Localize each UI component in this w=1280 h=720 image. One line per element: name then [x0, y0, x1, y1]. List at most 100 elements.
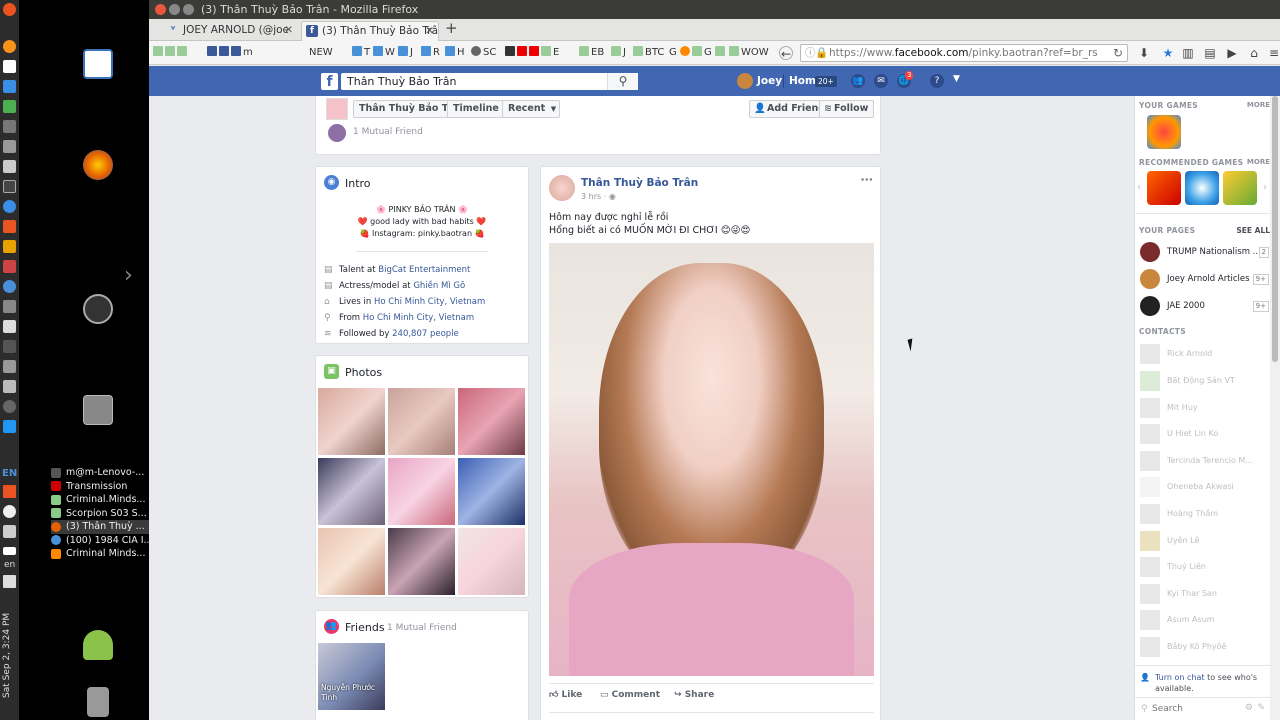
photo-thumbnail[interactable]: [458, 458, 525, 525]
page-item[interactable]: TRUMP Nationalism ... 2: [1139, 241, 1269, 263]
image-icon[interactable]: [3, 260, 16, 273]
bookmark-item[interactable]: T: [352, 46, 370, 60]
chevron-left-icon[interactable]: ‹: [1137, 182, 1141, 193]
ubuntu-logo-icon[interactable]: [3, 3, 16, 16]
spreadsheet-icon[interactable]: [3, 100, 16, 113]
profile-thumbnail[interactable]: [326, 98, 348, 120]
bookmark-item[interactable]: SC: [471, 46, 496, 60]
bookmark-star-icon[interactable]: ★: [1161, 46, 1175, 60]
store-icon[interactable]: [3, 220, 16, 233]
bookmark-item[interactable]: R: [421, 46, 440, 60]
profile-link[interactable]: Joey: [757, 74, 782, 89]
contact-item[interactable]: Bâby Kô Phyôê: [1139, 637, 1269, 657]
lang-indicator[interactable]: en: [4, 560, 15, 570]
minimize-window-button[interactable]: [169, 4, 180, 15]
youtube-toolbar-icon[interactable]: ▶: [1225, 46, 1239, 60]
url-bar[interactable]: ⓘ 🔒 https://www.facebook.com/pinky.baotr…: [800, 44, 1128, 62]
search-icon[interactable]: ⚲: [607, 73, 638, 90]
disk-icon[interactable]: [3, 380, 16, 393]
page-item[interactable]: JAE 2000 9+: [1139, 295, 1269, 317]
mail-icon[interactable]: [3, 420, 16, 433]
browser-icon[interactable]: [3, 240, 16, 253]
bookmark-item[interactable]: E: [505, 46, 559, 60]
bookmark-item[interactable]: WOW: [729, 46, 769, 60]
contact-item[interactable]: Oheneba Akwasi: [1139, 477, 1269, 497]
bookmark-item[interactable]: BTC: [633, 46, 664, 60]
trash-icon[interactable]: [87, 687, 109, 717]
clock[interactable]: Sat Sep 2, 3:24 PM: [2, 600, 17, 710]
vlc-icon[interactable]: [3, 485, 16, 498]
bookmark-item[interactable]: H: [445, 46, 465, 60]
bookmark-item[interactable]: W: [373, 46, 395, 60]
photo-thumbnail[interactable]: [458, 528, 525, 595]
bitcoin-icon[interactable]: [3, 40, 16, 53]
intro-link[interactable]: BigCat Entertainment: [378, 265, 470, 275]
post-photo[interactable]: [549, 243, 874, 676]
bookmark-item[interactable]: NEW: [309, 46, 333, 60]
photo-thumbnail[interactable]: [388, 528, 455, 595]
software-icon[interactable]: [3, 200, 16, 213]
photo-thumbnail[interactable]: [388, 458, 455, 525]
photos-title[interactable]: Photos: [345, 366, 382, 379]
bingo-game-icon[interactable]: [1223, 171, 1257, 205]
friends-mutual-count[interactable]: 1 Mutual Friend: [387, 623, 457, 633]
games-more-link[interactable]: MORE: [1247, 101, 1270, 109]
recommended-more-link[interactable]: MORE: [1247, 158, 1270, 166]
chevron-right-icon[interactable]: ›: [124, 263, 133, 288]
settings-icon[interactable]: ⚙: [1245, 703, 1253, 713]
battery-icon[interactable]: [3, 547, 16, 555]
candy-crush-game-icon[interactable]: [1147, 115, 1181, 149]
friend-name[interactable]: Nguyễn Phước Tình: [321, 683, 383, 703]
files-icon[interactable]: [3, 140, 16, 153]
scrollbar-thumb[interactable]: [1272, 96, 1278, 362]
menu-icon[interactable]: ≡: [1267, 46, 1280, 60]
casino-game-icon[interactable]: [1147, 171, 1181, 205]
bookmark-item[interactable]: EB: [579, 46, 604, 60]
download-icon[interactable]: ⬇: [1137, 46, 1151, 60]
photo-thumbnail[interactable]: [318, 388, 385, 455]
messenger-icon[interactable]: ✉: [874, 74, 888, 88]
info-icon[interactable]: ⓘ: [805, 45, 816, 61]
photo-thumbnail[interactable]: [318, 528, 385, 595]
archive-desktop-icon[interactable]: [83, 395, 113, 425]
unity-icon[interactable]: [3, 400, 16, 413]
recent-button[interactable]: Recent ▼: [502, 100, 561, 118]
contact-item[interactable]: Bất Động Sản VT: [1139, 371, 1269, 391]
facebook-search-input[interactable]: Thân Thuỳ Bảo Trân: [341, 73, 638, 90]
terminal-icon[interactable]: [3, 180, 16, 193]
settings-icon[interactable]: [3, 160, 16, 173]
contact-item[interactable]: Mit Huy: [1139, 398, 1269, 418]
upload-icon[interactable]: [3, 525, 16, 538]
share-button[interactable]: ↪ Share: [674, 690, 714, 700]
bookmark-item[interactable]: G: [669, 46, 704, 60]
like-button[interactable]: 👍︎ Like: [549, 690, 582, 700]
post-options-button[interactable]: ···: [860, 173, 873, 186]
library-icon[interactable]: ▥: [1181, 46, 1195, 60]
drive-icon[interactable]: [3, 360, 16, 373]
firefox-desktop-icon[interactable]: [83, 150, 113, 180]
close-window-button[interactable]: [155, 4, 166, 15]
dropdown-icon[interactable]: ▼: [953, 74, 960, 84]
post-time[interactable]: 3 hrs · ◉: [581, 192, 616, 201]
author-avatar[interactable]: [549, 175, 575, 201]
contact-item[interactable]: Rick Arnold: [1139, 344, 1269, 364]
intro-link[interactable]: Ho Chi Minh City, Vietnam: [374, 297, 485, 307]
contact-item[interactable]: Thuý Liên: [1139, 557, 1269, 577]
tab-joey-arnold[interactable]: ᵛ JOEY ARNOLD (@joe ✕: [163, 21, 297, 41]
page-scrollbar[interactable]: [1270, 96, 1280, 720]
intro-link[interactable]: Ho Chi Minh City, Vietnam: [363, 313, 474, 323]
contact-item[interactable]: Asum Asum: [1139, 610, 1269, 630]
photo-thumbnail[interactable]: [318, 458, 385, 525]
help-icon[interactable]: ?: [930, 74, 944, 88]
calculator-icon[interactable]: [3, 80, 16, 93]
apps-icon[interactable]: [3, 120, 16, 133]
follow-button[interactable]: ≋ Follow: [819, 100, 875, 118]
photo-thumbnail[interactable]: [388, 388, 455, 455]
contact-item[interactable]: Tercinda Terencio M...: [1139, 451, 1269, 471]
comment-button[interactable]: ▭ Comment: [600, 690, 660, 700]
reload-icon[interactable]: ↻: [1111, 46, 1125, 60]
intro-link[interactable]: 240,807 people: [392, 329, 459, 339]
bookmark-item[interactable]: G: [704, 46, 727, 60]
unity-desktop-icon[interactable]: [83, 294, 113, 324]
wifi-icon[interactable]: [3, 505, 16, 518]
